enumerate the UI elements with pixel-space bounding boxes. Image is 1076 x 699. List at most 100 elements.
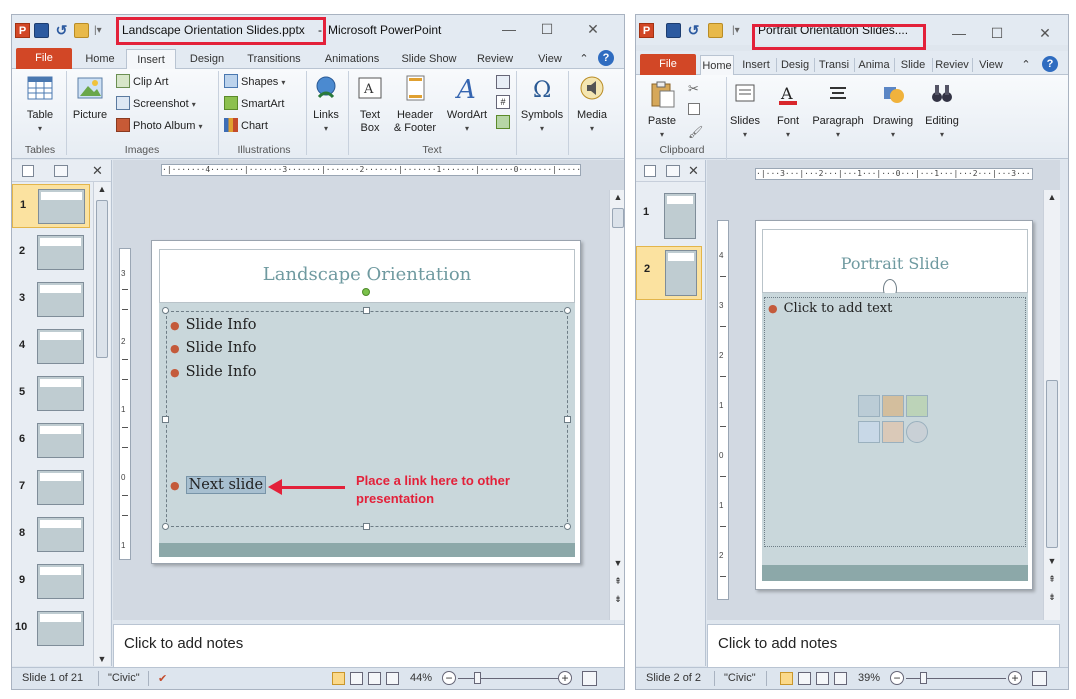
slide-thumbnail-2[interactable]: 2 <box>12 231 90 275</box>
slides-panel-scrollbar[interactable]: ▲ ▼ <box>93 182 110 666</box>
photo-album-button[interactable]: Photo Album ▾ <box>116 117 202 135</box>
tab-insert[interactable]: Insert <box>126 49 176 69</box>
slide-number-icon[interactable]: # <box>496 95 510 109</box>
scrollbar-thumb[interactable] <box>1046 380 1058 548</box>
chart-button[interactable]: Chart <box>224 117 268 135</box>
editing-button[interactable]: Editing ▾ <box>920 79 964 141</box>
tab-file[interactable]: File <box>16 48 72 69</box>
zoom-level[interactable]: 39% <box>858 672 880 684</box>
open-folder-icon[interactable] <box>74 23 89 38</box>
edit-area-scrollbar[interactable]: ▲ ▼ ⇞ ⇟ <box>1043 190 1060 620</box>
slide-thumbnail-3[interactable]: 3 <box>12 278 90 322</box>
scroll-down-icon[interactable]: ▼ <box>1044 556 1060 566</box>
cut-icon[interactable]: ✂ <box>688 81 699 97</box>
insert-table-icon[interactable] <box>858 395 880 417</box>
tab-insert[interactable]: Insert <box>738 55 774 75</box>
outline-view-tab-icon[interactable] <box>54 165 68 177</box>
tab-review[interactable]: Review <box>472 49 518 69</box>
close-button[interactable]: ✕ <box>1032 23 1058 43</box>
selected-link-text[interactable]: Next slide <box>185 476 267 494</box>
copy-icon[interactable] <box>688 103 700 115</box>
slide-counter[interactable]: Slide 2 of 2 <box>646 672 701 684</box>
theme-name[interactable]: "Civic" <box>108 672 140 684</box>
table-button[interactable]: Table ▾ <box>20 73 60 135</box>
resize-handle-br[interactable] <box>564 523 571 530</box>
tab-slide-show[interactable]: Slide <box>896 55 930 75</box>
tab-transitions[interactable]: Transi <box>816 55 852 75</box>
font-button[interactable]: A Font ▾ <box>770 79 806 141</box>
bullet-item-3[interactable]: ● Slide Info <box>170 364 256 380</box>
fit-slide-icon[interactable] <box>582 671 597 686</box>
save-icon[interactable] <box>666 23 681 38</box>
resize-handle-left[interactable] <box>162 416 169 423</box>
tab-design[interactable]: Desig <box>778 55 812 75</box>
slide-counter[interactable]: Slide 1 of 21 <box>22 672 83 684</box>
normal-view-icon[interactable] <box>780 672 793 685</box>
reading-view-icon[interactable] <box>816 672 829 685</box>
zoom-slider-track[interactable] <box>458 678 558 679</box>
resize-handle-right[interactable] <box>564 416 571 423</box>
resize-handle-tl[interactable] <box>162 307 169 314</box>
customize-quick-access-icon[interactable]: |▾ <box>732 25 740 36</box>
scroll-up-icon[interactable]: ▲ <box>1044 192 1060 202</box>
tab-view[interactable]: View <box>530 49 570 69</box>
wordart-button[interactable]: A WordArt ▾ <box>442 73 492 135</box>
tab-animations[interactable]: Animations <box>318 49 386 69</box>
date-time-icon[interactable] <box>496 75 510 89</box>
customize-quick-access-icon[interactable]: |▾ <box>94 25 102 36</box>
close-panel-icon[interactable]: ✕ <box>688 163 699 179</box>
zoom-level[interactable]: 44% <box>410 672 432 684</box>
tab-home[interactable]: Home <box>700 55 734 75</box>
maximize-button[interactable]: ☐ <box>534 19 560 39</box>
slide-sorter-view-icon[interactable] <box>798 672 811 685</box>
vertical-ruler[interactable]: 32101 <box>119 248 131 560</box>
zoom-out-button[interactable]: − <box>442 671 456 685</box>
fit-slide-icon[interactable] <box>1032 671 1047 686</box>
slide-thumbnail-6[interactable]: 6 <box>12 419 90 463</box>
open-folder-icon[interactable] <box>708 23 723 38</box>
minimize-ribbon-icon[interactable]: ⌃ <box>576 49 592 69</box>
format-painter-icon[interactable]: 🖌 <box>688 125 703 139</box>
smartart-button[interactable]: SmartArt <box>224 95 284 113</box>
resize-handle-bl[interactable] <box>162 523 169 530</box>
scrollbar-thumb[interactable] <box>612 208 624 228</box>
slide-thumbnail-1[interactable]: 1 <box>636 190 702 242</box>
bullet-item-1[interactable]: ● Slide Info <box>170 317 256 333</box>
tab-design[interactable]: Design <box>184 49 230 69</box>
slide-thumbnail-5[interactable]: 5 <box>12 372 90 416</box>
tab-home[interactable]: Home <box>80 49 120 69</box>
help-icon[interactable]: ? <box>598 50 614 66</box>
scroll-down-icon[interactable]: ▼ <box>610 558 624 568</box>
slide-show-view-icon[interactable] <box>386 672 399 685</box>
next-slide-icon[interactable]: ⇟ <box>610 594 624 605</box>
powerpoint-app-icon[interactable]: P <box>15 23 30 38</box>
drawing-button[interactable]: Drawing ▾ <box>870 79 916 141</box>
horizontal-ruler[interactable]: ·|·······4·······|·······3·······|······… <box>161 164 581 176</box>
vertical-ruler[interactable]: 4321012 <box>717 220 729 600</box>
symbols-button[interactable]: Ω Symbols ▾ <box>518 73 566 135</box>
previous-slide-icon[interactable]: ⇞ <box>1044 574 1060 585</box>
picture-button[interactable]: Picture <box>70 73 110 122</box>
slides-button[interactable]: Slides ▾ <box>726 79 764 141</box>
zoom-in-button[interactable]: + <box>558 671 572 685</box>
undo-icon[interactable]: ↺ <box>54 23 69 38</box>
slide-thumbnail-8[interactable]: 8 <box>12 513 90 557</box>
paste-button[interactable]: Paste ▾ <box>642 79 682 141</box>
object-icon[interactable] <box>496 115 510 129</box>
scroll-up-icon[interactable]: ▲ <box>94 184 110 194</box>
bullet-item-2[interactable]: ● Slide Info <box>170 340 256 356</box>
rotation-handle[interactable] <box>362 288 370 296</box>
slide-canvas[interactable]: Portrait Slide ● Click to add text <box>755 220 1033 590</box>
media-button[interactable]: Media ▾ <box>570 73 614 135</box>
shapes-button[interactable]: Shapes ▾ <box>224 73 285 91</box>
header-footer-button[interactable]: Header & Footer <box>390 73 440 135</box>
resize-handle-tr[interactable] <box>564 307 571 314</box>
undo-icon[interactable]: ↺ <box>686 23 701 38</box>
slide-thumbnail-9[interactable]: 9 <box>12 560 90 604</box>
links-button[interactable]: Links ▾ <box>308 73 344 135</box>
next-slide-icon[interactable]: ⇟ <box>1044 592 1060 603</box>
notes-pane[interactable]: Click to add notes <box>707 624 1060 668</box>
maximize-button[interactable]: ☐ <box>984 23 1010 43</box>
scrollbar-thumb[interactable] <box>96 200 108 358</box>
normal-view-icon[interactable] <box>332 672 345 685</box>
